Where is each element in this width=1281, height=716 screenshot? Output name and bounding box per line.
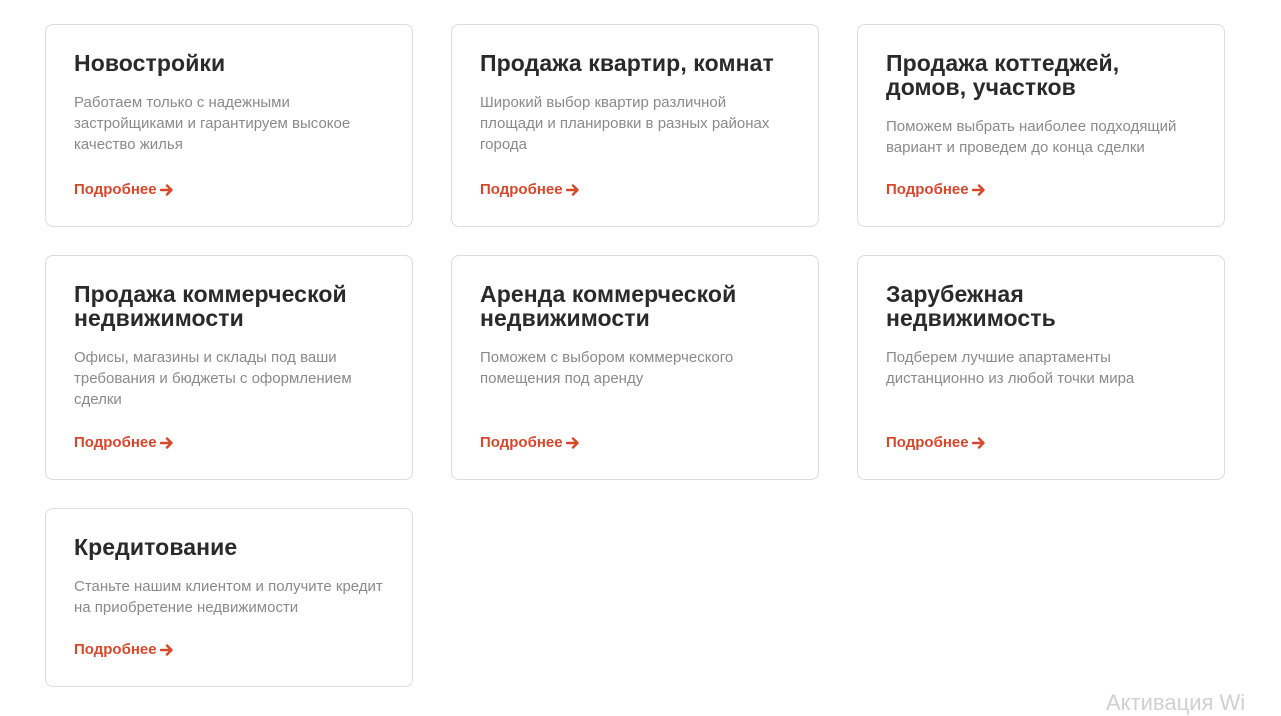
card-title: Продажа коммерческой недвижимости [74,281,347,331]
service-card-houses: Продажа коттеджей, домов, участков Помож… [857,24,1225,227]
card-description: Станьте нашим клиентом и получите кредит… [74,578,383,616]
card-title: Продажа квартир, комнат [480,50,774,76]
more-link-label: Подробнее [74,641,157,658]
service-card-foreign: Зарубежная недвижимость Подберем лучшие … [857,255,1225,480]
more-link-label: Подробнее [480,434,563,451]
card-description: Работаем только с надежными застройщикам… [74,94,351,153]
card-description: Подберем лучшие апартаменты дистанционно… [886,349,1135,387]
card-title: Новостройки [74,50,226,76]
arrow-right-icon [159,183,173,196]
card-title: Продажа коттеджей, домов, участков [886,50,1120,100]
card-description: Поможем с выбором коммерческого помещени… [480,349,734,387]
more-link[interactable]: Подробнее [74,181,174,198]
service-card-new-buildings: Новостройки Работаем только с надежными … [45,24,413,227]
more-link-label: Подробнее [886,181,969,198]
card-description: Офисы, магазины и склады под ваши требов… [74,349,352,408]
more-link[interactable]: Подробнее [74,434,174,451]
arrow-right-icon [565,183,579,196]
service-card-apartments: Продажа квартир, комнат Широкий выбор кв… [451,24,819,227]
arrow-right-icon [971,183,985,196]
more-link-label: Подробнее [74,434,157,451]
more-link-label: Подробнее [74,181,157,198]
more-link[interactable]: Подробнее [480,181,580,198]
arrow-right-icon [971,436,985,449]
card-description: Широкий выбор квартир различной площади … [480,94,770,153]
arrow-right-icon [159,436,173,449]
more-link[interactable]: Подробнее [480,434,580,451]
arrow-right-icon [159,643,173,656]
arrow-right-icon [565,436,579,449]
more-link[interactable]: Подробнее [886,181,986,198]
more-link[interactable]: Подробнее [886,434,986,451]
more-link-label: Подробнее [480,181,563,198]
card-title: Зарубежная недвижимость [886,281,1056,331]
card-title: Аренда коммерческой недвижимости [480,281,737,331]
more-link[interactable]: Подробнее [74,641,174,658]
os-activation-watermark: Активация Wi [1106,690,1246,715]
service-card-commercial-sale: Продажа коммерческой недвижимости Офисы,… [45,255,413,480]
card-description: Поможем выбрать наиболее подходящий вари… [886,118,1177,156]
service-card-commercial-rent: Аренда коммерческой недвижимости Поможем… [451,255,819,480]
service-card-credit: Кредитование Станьте нашим клиентом и по… [45,508,413,687]
card-title: Кредитование [74,534,238,560]
more-link-label: Подробнее [886,434,969,451]
